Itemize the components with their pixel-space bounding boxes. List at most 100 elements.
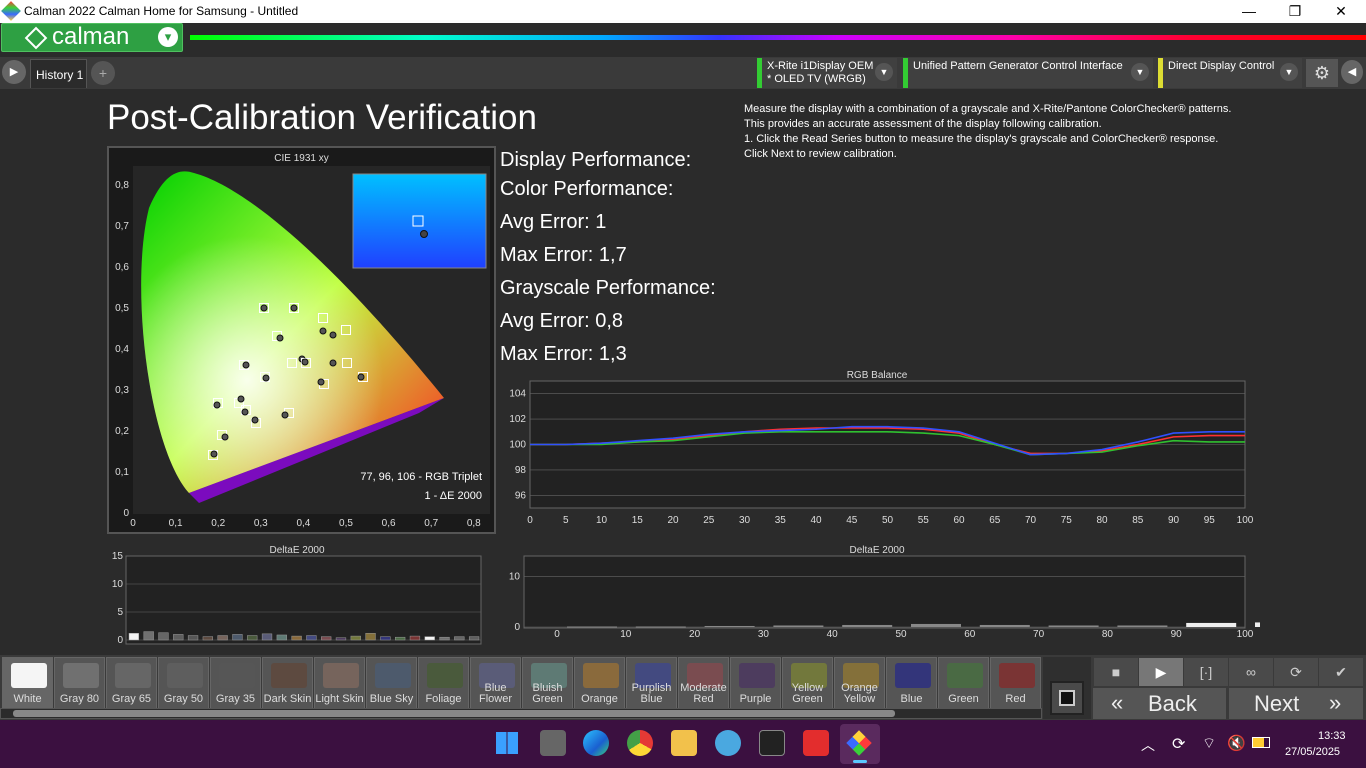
stop-button[interactable]: [1050, 681, 1084, 715]
app-icon: [1, 1, 21, 21]
rgb-balance-title: RGB Balance: [847, 370, 908, 381]
calman-taskbar-button[interactable]: [840, 724, 880, 764]
read-single-button[interactable]: [·]: [1184, 658, 1228, 686]
back-button[interactable]: « Back: [1093, 688, 1226, 719]
next-button[interactable]: Next »: [1229, 688, 1363, 719]
settings-gear-icon[interactable]: ⚙: [1306, 59, 1338, 87]
cie-x-tick: 0,3: [254, 518, 268, 529]
patch-blue[interactable]: Blue: [886, 657, 937, 709]
patch-orange[interactable]: Orange: [574, 657, 625, 709]
deltae-bar: [409, 635, 421, 641]
sidebar-toggle-button[interactable]: ▶: [2, 60, 26, 84]
patch-green[interactable]: Green: [938, 657, 989, 709]
deltae-bar: [635, 626, 686, 628]
deltae-bar: [261, 633, 273, 641]
remote-app-icon[interactable]: [803, 730, 829, 756]
minimize-button[interactable]: —: [1226, 0, 1272, 23]
volume-muted-icon[interactable]: 🔇: [1227, 734, 1246, 752]
rgb-x-tick: 5: [563, 515, 569, 526]
maximize-button[interactable]: ❐: [1272, 0, 1318, 23]
deltae-bar: [335, 637, 347, 641]
app-globe-icon[interactable]: [715, 730, 741, 756]
title-bar: Calman 2022 Calman Home for Samsung - Un…: [0, 0, 1366, 23]
rgb-x-tick: 70: [1025, 515, 1037, 526]
deltae-y-tick: 0: [117, 635, 123, 645]
deltae-x-tick: 50: [895, 629, 907, 640]
clock-date[interactable]: 27/05/2025: [1285, 746, 1340, 758]
gray-avg-error: Avg Error: 0,8: [500, 310, 624, 332]
deltae-x-tick: 30: [758, 629, 770, 640]
cie-y-tick: 0,7: [115, 221, 129, 232]
patch-blue-flower[interactable]: Blue Flower: [470, 657, 521, 709]
patch-gray-50[interactable]: Gray 50: [158, 657, 209, 709]
terminal-icon[interactable]: [759, 730, 785, 756]
patch-gray-35[interactable]: Gray 35: [210, 657, 261, 709]
patch-color-chip: [63, 663, 99, 688]
rgb-x-tick: 35: [775, 515, 787, 526]
task-view-icon[interactable]: [540, 730, 566, 756]
deltae-bar: [773, 625, 824, 627]
patch-orange-yellow[interactable]: Orange Yellow: [834, 657, 885, 709]
checkmark-button[interactable]: ✔: [1319, 658, 1363, 686]
deltae-bar: [979, 624, 1030, 627]
edge-browser-icon[interactable]: [583, 730, 609, 756]
stop-measure-button[interactable]: ■: [1094, 658, 1138, 686]
add-tab-button[interactable]: +: [91, 61, 115, 85]
chevron-down-icon: ▼: [1131, 63, 1149, 81]
device-name: Unified Pattern Generator Control Interf…: [913, 60, 1123, 72]
play-measure-button[interactable]: ▶: [1139, 658, 1183, 686]
wifi-icon[interactable]: ⌔: [1202, 734, 1216, 753]
rgb-x-tick: 55: [918, 515, 930, 526]
panel-collapse-button[interactable]: ◀: [1341, 60, 1363, 84]
patch-scrollbar[interactable]: [0, 708, 1042, 719]
patch-dark-skin[interactable]: Dark Skin: [262, 657, 313, 709]
cie-x-tick: 0: [130, 518, 136, 529]
rgb-x-tick: 60: [953, 515, 965, 526]
deltae-bar: [350, 635, 361, 641]
calman-menu-button[interactable]: calman ▾: [1, 23, 183, 52]
patch-label: Orange: [581, 693, 618, 705]
deltae-right-title: DeltaE 2000: [849, 545, 904, 556]
display-control-selector[interactable]: Direct Display Control ▼: [1158, 58, 1302, 88]
patch-white[interactable]: White: [2, 657, 53, 709]
tab-history-1[interactable]: History 1: [30, 59, 87, 88]
instruction-line: Measure the display with a combination o…: [744, 103, 1232, 115]
chrome-browser-icon[interactable]: [627, 730, 653, 756]
chevron-up-icon[interactable]: ︿: [1141, 735, 1155, 755]
measured-dot: [237, 395, 245, 403]
pattern-generator-selector[interactable]: Unified Pattern Generator Control Interf…: [903, 58, 1153, 88]
deltae-bar: [1255, 622, 1260, 627]
patch-label: Foliage: [425, 693, 462, 705]
patch-bluish-green[interactable]: Bluish Green: [522, 657, 573, 709]
rgb-x-tick: 10: [596, 515, 608, 526]
measured-dot: [319, 327, 327, 335]
patch-yellow-green[interactable]: Yellow Green: [782, 657, 833, 709]
patch-gray-80[interactable]: Gray 80: [54, 657, 105, 709]
sync-icon[interactable]: ⟳: [1172, 734, 1185, 754]
patch-color-chip: [583, 663, 619, 688]
patch-blue-sky[interactable]: Blue Sky: [366, 657, 417, 709]
battery-icon[interactable]: [1252, 737, 1270, 748]
scrollbar-thumb[interactable]: [13, 710, 895, 717]
file-explorer-icon[interactable]: [671, 730, 697, 756]
continuous-read-button[interactable]: ∞: [1229, 658, 1273, 686]
patch-foliage[interactable]: Foliage: [418, 657, 469, 709]
rgb-y-tick: 96: [515, 490, 527, 501]
patch-purple[interactable]: Purple: [730, 657, 781, 709]
patch-red[interactable]: Red: [990, 657, 1041, 709]
start-icon[interactable]: [496, 732, 518, 754]
close-button[interactable]: ✕: [1318, 0, 1364, 23]
deltae-bar: [232, 634, 243, 641]
next-label: Next: [1254, 691, 1300, 716]
patch-label: Light Skin: [315, 693, 364, 705]
meter-device-selector[interactable]: X-Rite i1Display OEM * OLED TV (WRGB) ▼: [757, 58, 897, 88]
patch-purplish-blue[interactable]: Purplish Blue: [626, 657, 677, 709]
patch-gray-65[interactable]: Gray 65: [106, 657, 157, 709]
patch-light-skin[interactable]: Light Skin: [314, 657, 365, 709]
deltae-bar: [217, 635, 228, 641]
patch-moderate-red[interactable]: Moderate Red: [678, 657, 729, 709]
refresh-button[interactable]: ⟳: [1274, 658, 1318, 686]
rgb-y-tick: 100: [509, 440, 526, 451]
deltae-bar: [567, 626, 617, 628]
clock-time[interactable]: 13:33: [1318, 730, 1346, 742]
